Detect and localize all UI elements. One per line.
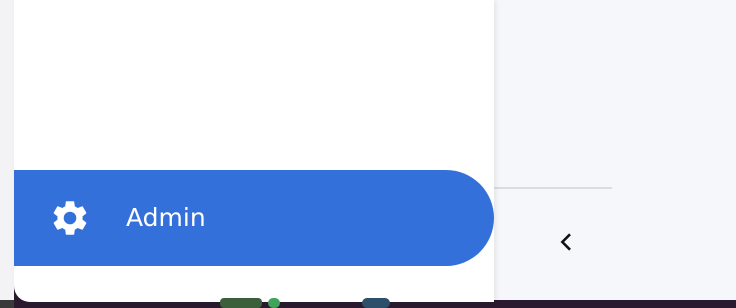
taskbar-item[interactable]: [362, 298, 390, 308]
nav-item-admin[interactable]: Admin: [14, 170, 494, 266]
divider: [494, 187, 612, 189]
nav-item-label: Admin: [126, 203, 206, 232]
taskbar-indicator: [268, 298, 280, 308]
background-window-edge: [0, 0, 14, 308]
content-panel: [494, 0, 736, 300]
navigation-drawer: Admin: [14, 0, 494, 302]
collapse-button[interactable]: [550, 226, 582, 258]
taskbar-item[interactable]: [220, 298, 262, 308]
window-edge-mark: [0, 300, 14, 308]
gear-icon: [53, 201, 87, 235]
chevron-left-icon: [560, 233, 571, 251]
